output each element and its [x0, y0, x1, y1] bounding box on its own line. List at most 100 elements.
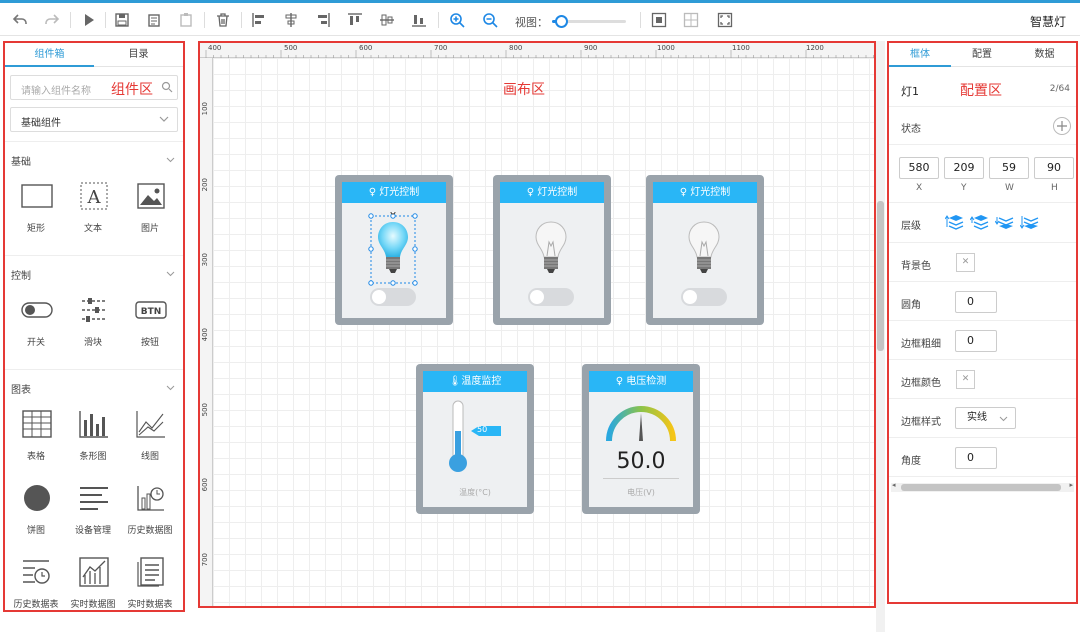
- section-header-control[interactable]: 控制: [5, 263, 183, 283]
- align-center-button[interactable]: [281, 10, 301, 30]
- size-h-input[interactable]: 90: [1034, 157, 1074, 179]
- fit-screen-button[interactable]: [649, 10, 669, 30]
- scrollbar-thumb[interactable]: [877, 201, 884, 351]
- tab-frame[interactable]: 框体: [889, 43, 951, 67]
- delete-button[interactable]: [213, 10, 233, 30]
- zoom-slider[interactable]: [552, 15, 626, 28]
- border-width-row: 边框粗细 0: [889, 321, 1076, 360]
- temperature-value: 50: [477, 425, 488, 434]
- canvas-vertical-scrollbar[interactable]: [876, 41, 885, 632]
- voltage-divider: [603, 478, 679, 479]
- component-slider[interactable]: 滑块: [65, 293, 121, 359]
- component-history-chart[interactable]: 历史数据图: [122, 481, 178, 547]
- card-title: 灯光控制: [690, 187, 731, 198]
- page-counter: 2/64: [1049, 84, 1070, 94]
- section-header-chart[interactable]: 图表: [5, 377, 183, 397]
- scroll-right-arrow-icon[interactable]: ▸: [1069, 481, 1073, 489]
- light-toggle-switch[interactable]: [681, 288, 727, 306]
- component-button[interactable]: BTN 按钮: [122, 293, 178, 359]
- zoom-out-button[interactable]: [480, 10, 500, 30]
- grid-button[interactable]: [681, 10, 701, 30]
- config-horizontal-scrollbar[interactable]: ◂ ▸: [891, 481, 1074, 492]
- run-button[interactable]: [79, 10, 99, 30]
- canvas-grid[interactable]: [213, 58, 874, 606]
- paste-button[interactable]: [176, 10, 196, 30]
- border-style-select[interactable]: 实线: [955, 407, 1016, 429]
- align-left-button[interactable]: [249, 10, 269, 30]
- component-switch[interactable]: 开关: [8, 293, 64, 359]
- light-control-card[interactable]: ♀ 灯光控制: [335, 175, 453, 325]
- bg-color-picker[interactable]: ✕: [956, 253, 975, 272]
- copy-button[interactable]: [144, 10, 164, 30]
- component-table[interactable]: 表格: [8, 407, 64, 473]
- y-label: Y: [961, 183, 967, 193]
- align-top-button[interactable]: [345, 10, 365, 30]
- zoom-slider-knob[interactable]: [555, 15, 568, 28]
- light-control-card[interactable]: ♀ 灯光控制: [646, 175, 764, 325]
- scrollbar-thumb[interactable]: [901, 484, 1061, 491]
- bring-to-front-icon[interactable]: [945, 213, 965, 231]
- toolbar-separator: [70, 12, 71, 28]
- send-to-back-icon[interactable]: [1020, 213, 1040, 231]
- tab-directory[interactable]: 目录: [94, 43, 183, 67]
- align-top-icon: [348, 13, 362, 25]
- component-line-chart[interactable]: 线图: [122, 407, 178, 473]
- bring-forward-icon[interactable]: [970, 213, 990, 231]
- light-control-card[interactable]: ♀ 灯光控制: [493, 175, 611, 325]
- paste-icon: [180, 13, 192, 27]
- align-right-button[interactable]: [313, 10, 333, 30]
- thermometer-gauge: [449, 400, 501, 472]
- voltage-detection-card[interactable]: ♀ 电压检测 50.0 电压(V): [582, 364, 700, 514]
- align-middle-button[interactable]: [377, 10, 397, 30]
- component-label: 开关: [26, 338, 45, 348]
- zoom-in-button[interactable]: [447, 10, 467, 30]
- component-pie-chart[interactable]: 饼图: [8, 481, 64, 547]
- layer-label: 层级: [901, 221, 921, 232]
- component-device-management[interactable]: 设备管理: [65, 481, 121, 547]
- position-x-input[interactable]: 580: [899, 157, 939, 179]
- redo-button[interactable]: [42, 10, 62, 30]
- tab-component-box[interactable]: 组件箱: [5, 43, 94, 67]
- component-realtime-table[interactable]: 实时数据表: [122, 555, 178, 610]
- component-history-table[interactable]: 历史数据表: [8, 555, 64, 610]
- save-button[interactable]: [112, 10, 132, 30]
- play-icon: [85, 14, 94, 26]
- light-toggle-switch[interactable]: [528, 288, 574, 306]
- component-realtime-chart[interactable]: 实时数据图: [65, 555, 121, 610]
- temperature-monitor-card[interactable]: 🌡温度监控 50 温度(°C): [416, 364, 534, 514]
- light-toggle-switch[interactable]: [370, 288, 416, 306]
- object-name[interactable]: 灯1: [901, 83, 919, 99]
- section-header-basic[interactable]: 基础: [5, 149, 183, 169]
- zoom-in-icon: [450, 13, 465, 28]
- radius-input[interactable]: 0: [955, 291, 997, 313]
- line-chart-icon: [134, 407, 168, 441]
- tab-data[interactable]: 数据: [1013, 43, 1076, 67]
- send-backward-icon[interactable]: [995, 213, 1015, 231]
- undo-button[interactable]: [10, 10, 30, 30]
- component-image[interactable]: 图片: [122, 179, 178, 245]
- component-category-select[interactable]: 基础组件: [10, 107, 178, 132]
- component-label: 滑块: [83, 338, 102, 348]
- design-canvas[interactable]: 400 500 600 700 800 900 1000 1100 1200 1…: [198, 41, 876, 608]
- search-icon[interactable]: [161, 81, 173, 93]
- component-search-input[interactable]: 请输入组件名称 组件区: [10, 75, 178, 100]
- fit-screen-icon: [651, 12, 667, 28]
- scroll-left-arrow-icon[interactable]: ◂: [892, 481, 896, 489]
- angle-input[interactable]: 0: [955, 447, 997, 469]
- border-color-picker[interactable]: ✕: [956, 370, 975, 389]
- voltage-dial-gauge: [606, 406, 676, 442]
- category-select-value: 基础组件: [21, 118, 61, 129]
- size-w-input[interactable]: 59: [989, 157, 1029, 179]
- component-label: 实时数据表: [127, 600, 173, 610]
- add-state-icon[interactable]: [1052, 116, 1072, 136]
- tab-config[interactable]: 配置: [951, 43, 1013, 67]
- align-bottom-button[interactable]: [409, 10, 429, 30]
- component-area-annotation: 组件区: [111, 82, 153, 98]
- component-bar-chart[interactable]: 条形图: [65, 407, 121, 473]
- component-rectangle[interactable]: 矩形: [8, 179, 64, 245]
- position-y-input[interactable]: 209: [944, 157, 984, 179]
- component-label: 按钮: [140, 338, 159, 348]
- border-width-input[interactable]: 0: [955, 330, 997, 352]
- fullscreen-button[interactable]: [715, 10, 735, 30]
- component-text[interactable]: A 文本: [65, 179, 121, 245]
